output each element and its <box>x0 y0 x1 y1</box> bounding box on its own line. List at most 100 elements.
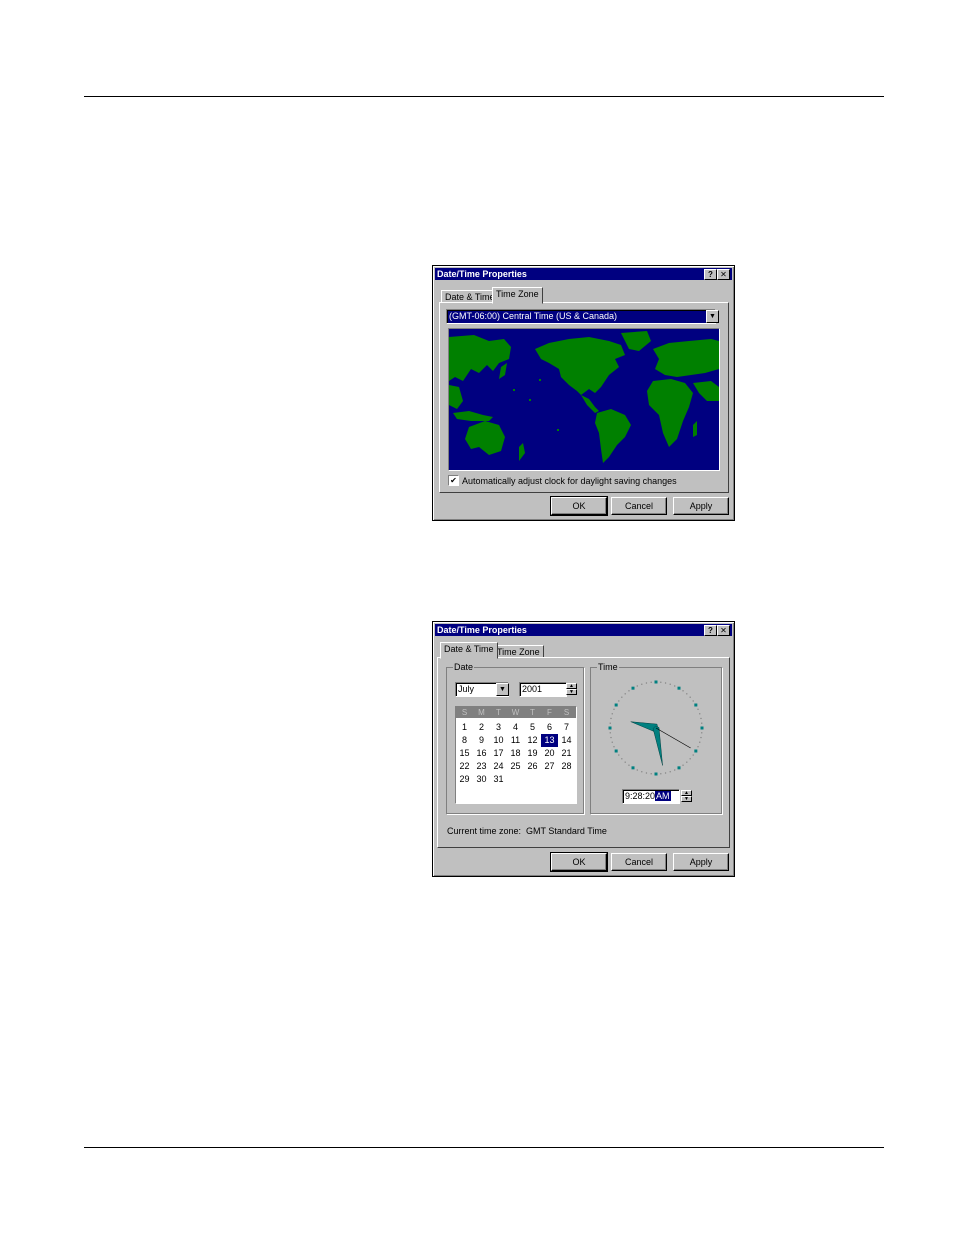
calendar-day[interactable]: 22 <box>456 760 473 773</box>
spin-down-icon[interactable]: ▼ <box>566 689 577 695</box>
ok-button[interactable]: OK <box>550 496 608 516</box>
help-button[interactable]: ? <box>704 625 717 636</box>
minute-marker <box>682 690 684 692</box>
minute-marker <box>618 700 620 702</box>
calendar-day[interactable]: 9 <box>473 734 490 747</box>
time-spinner[interactable]: ▲ ▼ <box>681 790 692 803</box>
calendar-day-selected[interactable]: 13 <box>541 734 558 747</box>
weekday-label: W <box>511 708 520 717</box>
weekday-label: S <box>563 708 570 717</box>
title-bar: Date/Time Properties ? ✕ <box>435 624 732 636</box>
minute-marker <box>611 713 613 715</box>
hour-marker <box>614 749 618 753</box>
calendar-day[interactable]: 14 <box>558 734 575 747</box>
time-value: 9:28:20 <box>625 791 656 801</box>
minute-marker <box>701 732 703 734</box>
minute-marker <box>624 761 626 763</box>
calendar-day[interactable]: 28 <box>558 760 575 773</box>
check-icon: ✔ <box>450 476 457 485</box>
minute-marker <box>621 758 623 760</box>
calendar-weekday-header: SMTWTFS <box>456 707 576 718</box>
minute-marker <box>613 708 615 710</box>
calendar-day[interactable]: 4 <box>507 721 524 734</box>
calendar-day[interactable]: 20 <box>541 747 558 760</box>
calendar-day[interactable]: 16 <box>473 747 490 760</box>
dst-checkbox[interactable]: ✔ <box>448 475 459 486</box>
year-spinner[interactable]: ▲ ▼ <box>566 683 577 696</box>
minute-marker <box>686 693 688 695</box>
calendar-day[interactable]: 17 <box>490 747 507 760</box>
calendar-day[interactable]: 7 <box>558 721 575 734</box>
calendar-day[interactable]: 30 <box>473 773 490 786</box>
island <box>513 389 515 391</box>
date-group-label: Date <box>453 662 475 672</box>
minute-marker <box>624 693 626 695</box>
tab-date-time[interactable]: Date & Time <box>440 642 498 659</box>
year-value: 2001 <box>522 684 543 694</box>
current-timezone: Current time zone: GMT Standard Time <box>447 826 607 836</box>
calendar-day[interactable]: 3 <box>490 721 507 734</box>
apply-button[interactable]: Apply <box>673 853 729 871</box>
weekday-label: M <box>478 708 485 717</box>
weekday-label: S <box>461 708 468 717</box>
dialog-title: Date/Time Properties <box>437 625 527 635</box>
current-timezone-value: GMT Standard Time <box>526 826 607 836</box>
calendar-day[interactable]: 27 <box>541 760 558 773</box>
calendar-day[interactable]: 18 <box>507 747 524 760</box>
calendar-day[interactable]: 5 <box>524 721 541 734</box>
year-field[interactable]: 2001 <box>519 682 567 697</box>
world-map[interactable] <box>448 328 720 471</box>
help-button[interactable]: ? <box>704 269 717 280</box>
island <box>539 379 541 381</box>
calendar-day[interactable]: 19 <box>524 747 541 760</box>
tab-panel: Date July ▼ 2001 ▲ ▼ S M T W T F S 1 2 3 4 5 6 7 8 9 10 1… <box>437 657 730 848</box>
island <box>529 399 531 401</box>
calendar-day[interactable]: 26 <box>524 760 541 773</box>
calendar-day[interactable]: 29 <box>456 773 473 786</box>
calendar-day[interactable]: 11 <box>507 734 524 747</box>
ok-button[interactable]: OK <box>550 852 608 872</box>
cancel-button[interactable]: Cancel <box>611 853 667 871</box>
timezone-dialog: Date/Time Properties ? ✕ Date & Time Tim… <box>432 265 735 521</box>
calendar-day[interactable]: 21 <box>558 747 575 760</box>
cancel-button[interactable]: Cancel <box>611 497 667 515</box>
time-field[interactable]: 9:28:20AM <box>622 789 680 804</box>
hour-marker <box>608 726 612 730</box>
tab-time-zone[interactable]: Time Zone <box>492 287 543 304</box>
minute-marker <box>609 732 611 734</box>
chevron-down-icon[interactable]: ▼ <box>496 683 509 696</box>
close-button[interactable]: ✕ <box>717 269 730 280</box>
minute-hand <box>652 725 663 766</box>
minute-marker <box>689 758 691 760</box>
calendar-day[interactable]: 31 <box>490 773 507 786</box>
dst-label: Automatically adjust clock for daylight … <box>462 476 677 486</box>
minute-marker <box>689 696 691 698</box>
minute-marker <box>618 754 620 756</box>
calendar-day[interactable]: 23 <box>473 760 490 773</box>
minute-marker <box>636 769 638 771</box>
world-map-graphic <box>449 329 719 470</box>
chevron-down-icon[interactable]: ▼ <box>706 310 719 323</box>
calendar[interactable]: S M T W T F S 1 2 3 4 5 6 7 8 9 10 11 12 13 14 15 16 17 18 19 20 21… <box>455 706 577 804</box>
calendar-day[interactable]: 12 <box>524 734 541 747</box>
minute-marker <box>699 713 701 715</box>
month-value: July <box>458 684 475 694</box>
close-button[interactable]: ✕ <box>717 625 730 636</box>
calendar-day[interactable]: 1 <box>456 721 473 734</box>
calendar-day[interactable]: 6 <box>541 721 558 734</box>
calendar-day[interactable]: 10 <box>490 734 507 747</box>
apply-button[interactable]: Apply <box>673 497 729 515</box>
calendar-day[interactable]: 24 <box>490 760 507 773</box>
calendar-day[interactable]: 8 <box>456 734 473 747</box>
minute-marker <box>613 746 615 748</box>
minute-marker <box>610 736 612 739</box>
calendar-day[interactable]: 2 <box>473 721 490 734</box>
timezone-select[interactable]: (GMT-06:00) Central Time (US & Canada) <box>446 309 716 324</box>
minute-marker <box>621 696 623 698</box>
time-group-label: Time <box>597 662 619 672</box>
spin-down-icon[interactable]: ▼ <box>681 796 692 802</box>
calendar-day[interactable]: 15 <box>456 747 473 760</box>
calendar-day[interactable]: 25 <box>507 760 524 773</box>
hour-marker <box>694 703 698 707</box>
hour-marker <box>677 686 681 690</box>
